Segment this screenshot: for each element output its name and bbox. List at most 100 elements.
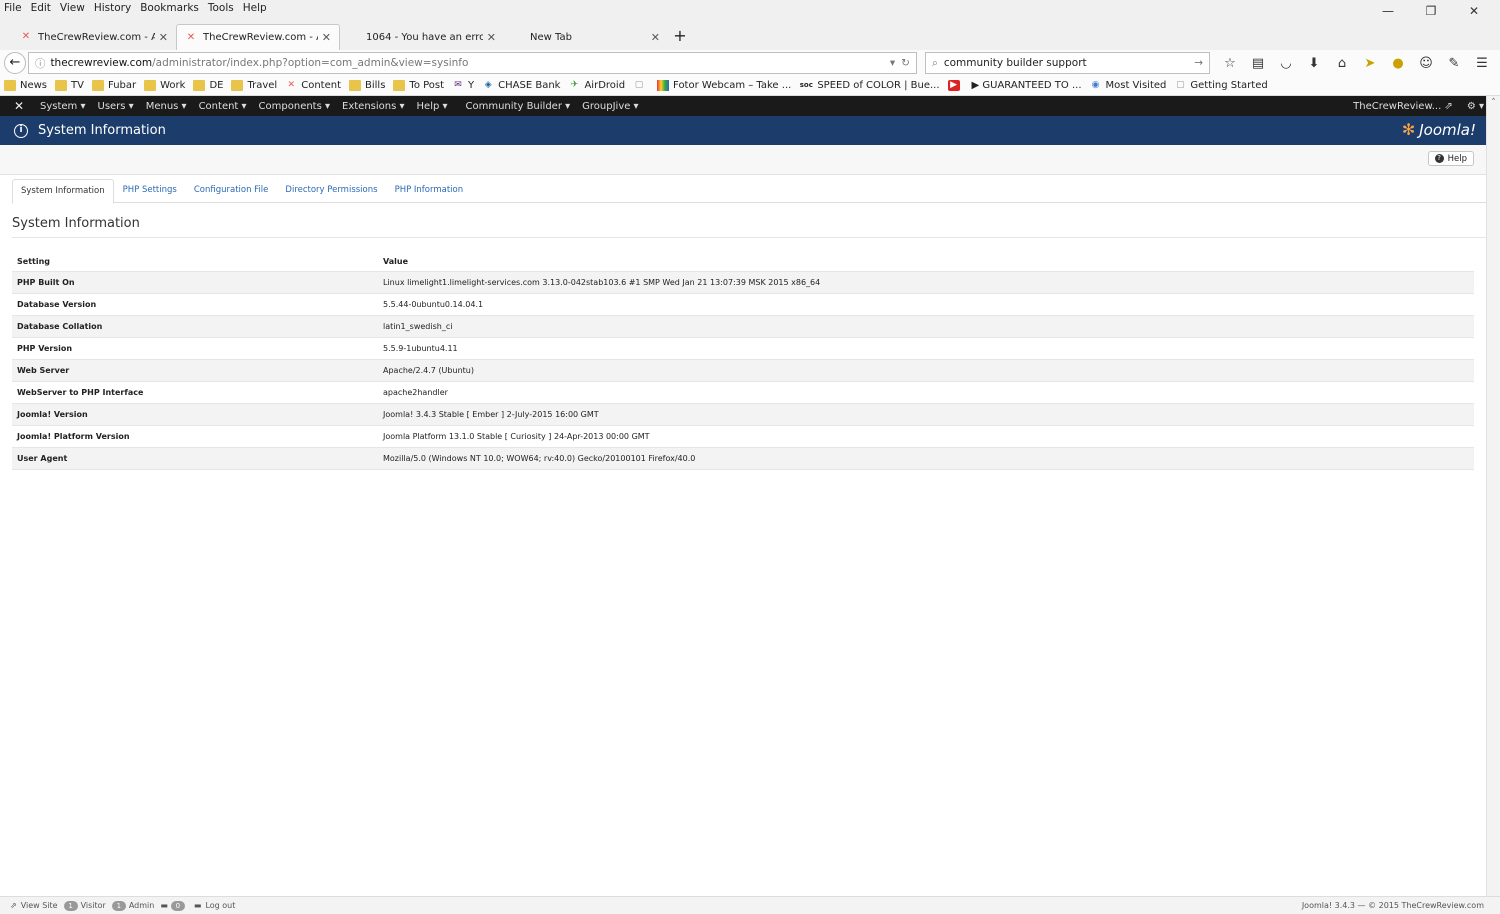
menu-item-history[interactable]: History — [94, 2, 131, 14]
home-icon[interactable]: ⌂ — [1328, 56, 1356, 71]
search-go-icon[interactable]: → — [1194, 57, 1203, 69]
menu-item-tools[interactable]: Tools — [208, 2, 234, 14]
admin-menu-users[interactable]: Users ▾ — [98, 101, 134, 112]
cursor-icon[interactable]: ➤ — [1356, 56, 1384, 71]
back-button[interactable]: ← — [4, 52, 26, 74]
menu-item-edit[interactable]: Edit — [31, 2, 51, 14]
joomla-admin-menu: ✕ System ▾ Users ▾ Menus ▾ Content ▾ Compone… — [0, 96, 1500, 116]
close-tab-icon[interactable]: ✕ — [322, 31, 331, 44]
chat-icon[interactable]: ☺ — [1412, 56, 1440, 71]
extension-icon[interactable]: ✎ — [1440, 56, 1468, 71]
admin-menu-help[interactable]: Help ▾ — [417, 101, 448, 112]
pocket-icon[interactable]: ◡ — [1272, 56, 1300, 71]
close-tab-icon[interactable]: ✕ — [651, 31, 660, 44]
browser-tab[interactable]: 1064 - You have an error in yo... ✕ — [340, 24, 504, 50]
site-info-icon[interactable]: ⓘ — [35, 56, 46, 71]
browser-tab[interactable]: ✕ TheCrewReview.com - Ad... ✕ — [176, 24, 340, 50]
site-link[interactable]: TheCrewReview... ⇗ — [1353, 101, 1453, 112]
footer-copyright: Joomla! 3.4.3 — © 2015 TheCrewReview.com — [1301, 901, 1484, 910]
visitors-count: 1 Visitor — [63, 900, 106, 911]
bookmark-item[interactable]: ◈ CHASE Bank — [482, 80, 561, 91]
scroll-up-icon[interactable]: ˄ — [1487, 98, 1500, 108]
setting-value: Apache/2.4.7 (Ubuntu) — [378, 358, 1474, 381]
sysinfo-table: Setting Value PHP Built On Linux limeligh… — [12, 252, 1474, 470]
menu-icon[interactable]: ☰ — [1468, 56, 1496, 71]
new-tab-button[interactable]: + — [668, 24, 692, 50]
admin-menu-community-builder[interactable]: Community Builder ▾ — [466, 101, 571, 112]
bookmark-item[interactable]: News — [4, 80, 47, 91]
bookmark-item[interactable]: DE — [193, 80, 223, 91]
tab-php-settings[interactable]: PHP Settings — [115, 179, 185, 203]
logout-link[interactable]: ▬ Log out — [194, 901, 236, 910]
bookmark-item[interactable]: ✈ AirDroid — [568, 80, 625, 91]
tab-configuration-file[interactable]: Configuration File — [186, 179, 277, 203]
admin-menu-content[interactable]: Content ▾ — [199, 101, 247, 112]
folder-icon — [144, 80, 157, 91]
admin-label: Admin — [128, 901, 155, 910]
url-bar[interactable]: ⓘ thecrewreview.com/administrator/index.… — [27, 52, 917, 74]
bookmark-item[interactable]: ✉ Y — [452, 80, 474, 91]
tab-title: TheCrewReview.com - Ad... — [38, 31, 155, 43]
admin-menu-items: System ▾ Users ▾ Menus ▾ Content ▾ Component… — [40, 101, 651, 112]
bookmark-item[interactable]: ▶ — [947, 80, 964, 91]
table-row: PHP Built On Linux limelight1.limelight-s… — [12, 270, 1474, 293]
setting-name: Joomla! Platform Version — [12, 424, 378, 447]
lightbulb-icon[interactable]: ● — [1384, 56, 1412, 71]
dropdown-icon[interactable]: ▾ — [890, 57, 895, 69]
messages-count[interactable]: ▬ 0 — [160, 900, 188, 911]
menu-item-bookmarks[interactable]: Bookmarks — [140, 2, 199, 14]
restore-button[interactable]: ❐ — [1414, 0, 1448, 22]
view-site-link[interactable]: ⇗ View Site — [10, 901, 58, 910]
bookmark-item[interactable]: TV — [55, 80, 84, 91]
setting-value: Linux limelight1.limelight-services.com … — [378, 270, 1474, 293]
download-icon[interactable]: ⬇ — [1300, 56, 1328, 71]
admin-menu-extensions[interactable]: Extensions ▾ — [342, 101, 405, 112]
bookmark-item[interactable]: ▢ — [633, 80, 649, 91]
reload-icon[interactable]: ↻ — [901, 57, 910, 69]
bookmark-label: News — [20, 80, 48, 91]
bookmark-item[interactable]: To Post — [393, 80, 444, 91]
close-tab-icon[interactable]: ✕ — [159, 31, 168, 44]
menu-item-help[interactable]: Help — [243, 2, 267, 14]
setting-name: PHP Version — [12, 336, 378, 359]
logout-label: Log out — [205, 901, 236, 910]
bookmark-item[interactable]: ▶ GUARANTEED TO ... — [972, 80, 1082, 91]
search-input[interactable]: community builder support — [944, 57, 1194, 69]
admin-menu-components[interactable]: Components ▾ — [259, 101, 330, 112]
table-row: Joomla! Version Joomla! 3.4.3 Stable [ Em… — [12, 402, 1474, 425]
page-scrollbar[interactable]: ˄ ˅ — [1486, 96, 1500, 914]
browser-tab[interactable]: New Tab ✕ — [504, 24, 668, 50]
bookmark-item[interactable]: Work — [144, 80, 185, 91]
bookmark-item[interactable]: ▢ Getting Started — [1174, 80, 1268, 91]
minimize-button[interactable]: — — [1371, 0, 1405, 22]
joomla-icon[interactable]: ✕ — [14, 99, 28, 113]
bookmark-item[interactable]: Travel — [231, 80, 277, 91]
search-bar[interactable]: ⌕ community builder support → — [924, 52, 1210, 74]
bookmark-item[interactable]: ■Fotor Webcam – Take ... — [657, 80, 791, 91]
admin-menu-menus[interactable]: Menus ▾ — [146, 101, 187, 112]
blank-favicon-icon — [512, 31, 524, 43]
bookmark-item[interactable]: ✕ Content — [285, 80, 341, 91]
bookmark-item[interactable]: Fubar — [91, 80, 136, 91]
setting-name: Web Server — [12, 358, 378, 381]
help-button[interactable]: ? Help — [1427, 151, 1474, 166]
tab-system-information[interactable]: System Information — [12, 179, 114, 204]
bookmark-item[interactable]: soc SPEED of COLOR | Bue... — [799, 80, 940, 91]
tab-directory-permissions[interactable]: Directory Permissions — [277, 179, 385, 203]
reading-list-icon[interactable]: ▤ — [1244, 56, 1272, 71]
settings-menu[interactable]: ⚙ ▾ — [1467, 101, 1484, 112]
menu-item-view[interactable]: View — [60, 2, 85, 14]
bookmark-item[interactable]: ◉ Most Visited — [1090, 80, 1167, 91]
window-controls: — ❐ ✕ — [1371, 0, 1500, 22]
admin-menu-system[interactable]: System ▾ — [40, 101, 86, 112]
bookmark-item[interactable]: Bills — [349, 80, 385, 91]
bookmark-star-icon[interactable]: ☆ — [1216, 56, 1244, 71]
tab-php-information[interactable]: PHP Information — [387, 179, 472, 203]
admin-menu-groupjive[interactable]: GroupJive ▾ — [582, 101, 638, 112]
folder-icon — [231, 80, 244, 91]
close-window-button[interactable]: ✕ — [1457, 0, 1491, 22]
table-header-row: Setting Value — [12, 252, 1474, 271]
browser-tab[interactable]: ✕ TheCrewReview.com - Ad... ✕ — [12, 24, 176, 50]
close-tab-icon[interactable]: ✕ — [487, 31, 496, 44]
menu-item-file[interactable]: File — [4, 2, 22, 14]
